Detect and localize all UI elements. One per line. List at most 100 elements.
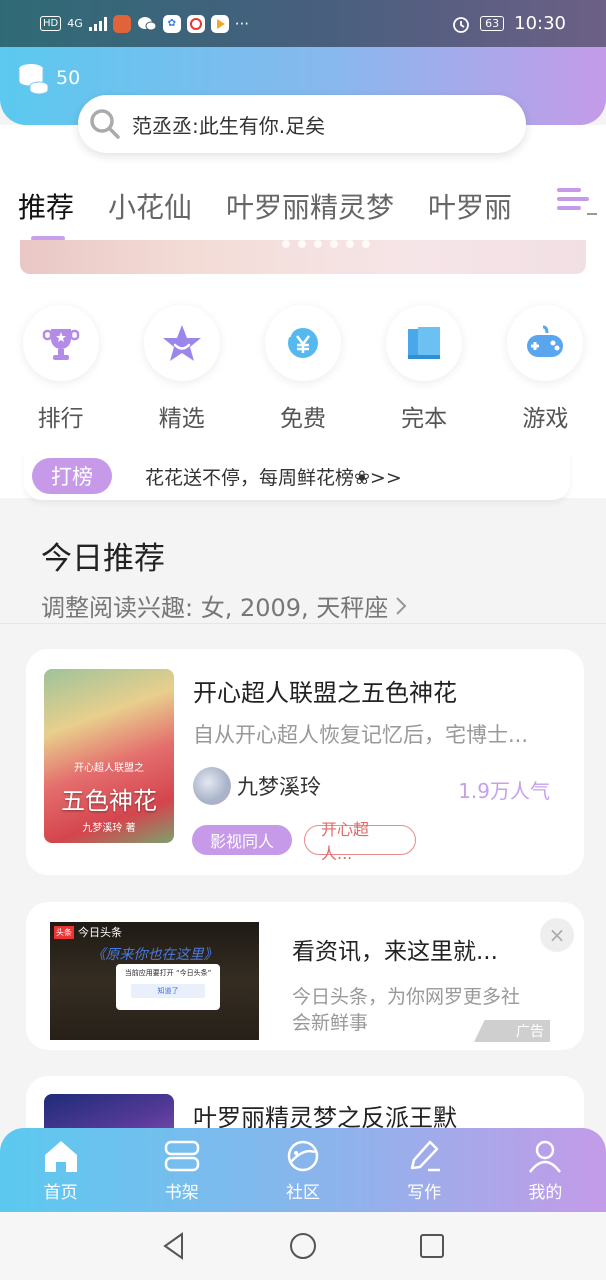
shortcut-completed[interactable]: 完本 <box>374 305 474 433</box>
pen-icon <box>410 1140 441 1171</box>
nav-profile[interactable]: 我的 <box>500 1138 590 1203</box>
home-circle-icon[interactable] <box>288 1231 318 1261</box>
ad-card[interactable]: 头条 今日头条 《原来你也在这里》 当前应用要打开 “今日头条” 知道了 看资讯… <box>26 902 584 1050</box>
tab-yeluoli-jinglingmeng[interactable]: 叶罗丽精灵梦 <box>226 186 394 226</box>
ad-image-dialog-button: 知道了 <box>131 984 205 998</box>
author-name: 九梦溪玲 <box>237 775 321 799</box>
yen-icon <box>264 305 341 381</box>
app-icon <box>186 14 205 33</box>
clock: 10:30 <box>514 13 566 34</box>
cover-author-text: 九梦溪玲 著 <box>82 823 136 834</box>
interest-settings-text: 调整阅读兴趣: 女, 2009, 天秤座 <box>41 594 389 622</box>
alarm-icon <box>453 16 470 33</box>
shortcut-label: 完本 <box>401 406 448 432</box>
more-notifications-icon: ··· <box>234 14 250 33</box>
star-icon <box>143 305 220 381</box>
planet-icon <box>287 1140 319 1171</box>
ad-image-brand: 头条 今日头条 <box>54 924 122 940</box>
ad-image: 头条 今日头条 《原来你也在这里》 当前应用要打开 “今日头条” 知道了 <box>50 922 259 1040</box>
recents-icon[interactable] <box>418 1232 446 1260</box>
network-indicator: 4G <box>67 17 83 30</box>
section-title: 今日推荐 <box>41 541 165 577</box>
tab-xiaohuaxian[interactable]: 小花仙 <box>108 186 192 226</box>
book-cover: 开心超人联盟之 五色神花 九梦溪玲 著 <box>44 669 174 843</box>
search-placeholder: 范丞丞:此生有你.足矣 <box>132 113 326 138</box>
chevron-right-icon <box>396 596 407 615</box>
ad-image-dialog-text: 当前应用要打开 “今日头条” <box>124 969 212 977</box>
close-icon: × <box>548 923 566 947</box>
author-avatar <box>193 767 231 805</box>
nav-label: 写作 <box>407 1182 442 1203</box>
shortcut-label: 免费 <box>279 406 326 432</box>
book-popularity: 1.9万人气 <box>458 779 550 803</box>
gamepad-icon <box>507 305 584 381</box>
nav-label: 我的 <box>528 1182 563 1203</box>
ad-title: 看资讯，来这里就... <box>292 939 498 965</box>
signal-icon <box>88 16 107 31</box>
category-shortcuts: 排行 精选 免费 完本 游戏 <box>0 305 606 433</box>
banner-dot <box>362 240 370 248</box>
user-icon <box>529 1140 562 1173</box>
ad-close-button[interactable]: × <box>540 918 574 952</box>
status-right: 63 10:30 <box>452 13 566 34</box>
tab-recommend[interactable]: 推荐 <box>18 186 74 226</box>
nav-community[interactable]: 社区 <box>258 1138 348 1203</box>
book-tag[interactable]: 影视同人 <box>192 825 292 855</box>
ad-image-dialog: 当前应用要打开 “今日头条” 知道了 <box>116 964 220 1010</box>
hd-indicator: HD <box>40 16 62 31</box>
book-icon <box>386 305 463 381</box>
search-bar[interactable]: 范丞丞:此生有你.足矣 <box>78 95 526 153</box>
banner-dot <box>298 240 306 248</box>
baidu-icon: ✿ <box>162 14 181 33</box>
banner-dot <box>282 240 290 248</box>
rank-strip[interactable]: 打榜 花花送不停，每周鲜花榜❀>> <box>24 452 570 500</box>
shortcut-label: 游戏 <box>522 406 569 432</box>
bottom-nav: 首页 书架 社区 写作 我的 <box>0 1128 606 1212</box>
battery-indicator: 63 <box>480 16 505 31</box>
shortcut-ranking[interactable]: 排行 <box>11 305 111 433</box>
coin-balance[interactable]: 50 <box>16 61 80 95</box>
nav-label: 书架 <box>164 1182 199 1203</box>
section-divider <box>0 623 606 624</box>
shortcut-label: 精选 <box>158 406 205 432</box>
nav-write[interactable]: 写作 <box>379 1138 469 1203</box>
search-icon <box>90 109 120 139</box>
app-notification-icon <box>112 14 131 33</box>
nav-home[interactable]: 首页 <box>16 1138 106 1203</box>
shortcut-free[interactable]: 免费 <box>253 305 353 433</box>
home-icon <box>44 1140 77 1172</box>
banner-dot <box>314 240 322 248</box>
book-tag[interactable]: 开心超人... <box>304 820 416 863</box>
shortcut-games[interactable]: 游戏 <box>495 305 595 433</box>
bookshelf-icon <box>164 1140 200 1171</box>
book-card[interactable]: 开心超人联盟之 五色神花 九梦溪玲 著 开心超人联盟之五色神花 自从开心超人恢复… <box>26 649 584 875</box>
shortcut-featured[interactable]: 精选 <box>132 305 232 433</box>
status-bar: HD 4G ✿ ··· 63 10:30 <box>0 0 606 47</box>
trophy-icon <box>22 305 99 381</box>
book-description: 自从开心超人恢复记忆后，宅博士... <box>193 723 529 747</box>
system-nav-bar <box>0 1212 606 1280</box>
banner-carousel[interactable] <box>20 240 586 274</box>
rank-text: 花花送不停，每周鲜花榜❀>> <box>145 466 402 489</box>
cover-title-text: 五色神花 <box>61 787 157 815</box>
video-app-icon <box>210 14 229 33</box>
wechat-icon <box>137 16 157 30</box>
nav-bookshelf[interactable]: 书架 <box>137 1138 227 1203</box>
book-author: 九梦溪玲 <box>193 767 321 805</box>
coin-count: 50 <box>56 67 81 89</box>
banner-dot <box>346 240 354 248</box>
shortcut-label: 排行 <box>37 406 84 432</box>
ad-badge: 广告 <box>474 1020 550 1042</box>
banner-dot <box>330 240 338 248</box>
status-left: HD 4G ✿ ··· <box>40 14 250 33</box>
ad-image-headline: 《原来你也在这里》 <box>91 947 218 963</box>
interest-settings-link[interactable]: 调整阅读兴趣: 女, 2009, 天秤座 <box>41 588 408 623</box>
tab-menu-icon[interactable] <box>557 184 597 220</box>
coins-icon <box>18 64 49 95</box>
nav-label: 社区 <box>285 1182 320 1203</box>
back-icon[interactable] <box>160 1231 188 1261</box>
banner-dots <box>282 240 370 248</box>
cover-top-text: 开心超人联盟之 <box>74 763 144 774</box>
tab-yeluoli[interactable]: 叶罗丽 <box>428 186 512 226</box>
book-title: 开心超人联盟之五色神花 <box>193 679 457 707</box>
